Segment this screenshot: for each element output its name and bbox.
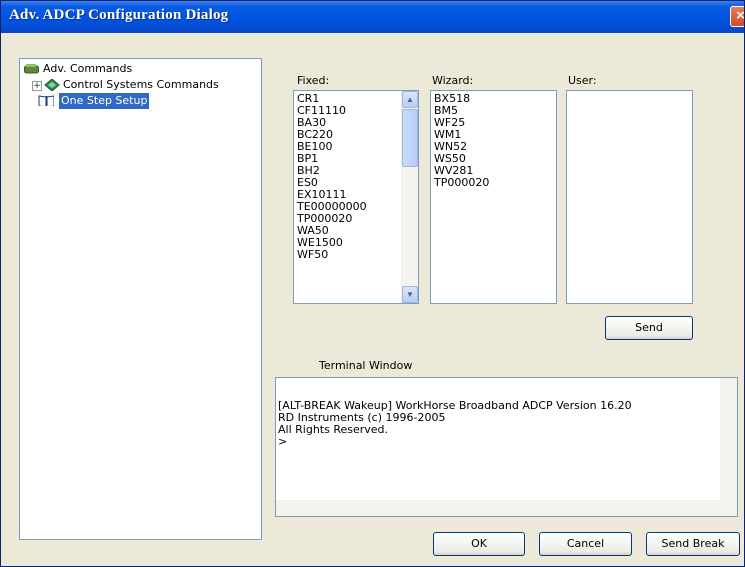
terminal-vertical-scrollbar[interactable] [720, 378, 737, 502]
send-button[interactable]: Send [605, 316, 693, 340]
fixed-list-items: CR1 CF11110 BA30 BC220 BE100 BP1 BH2 ES0 EX10111… [297, 93, 367, 261]
fixed-scrollbar[interactable]: ▲ ▼ [401, 91, 418, 303]
terminal-caption: Terminal Window [319, 359, 413, 372]
book-icon [38, 95, 54, 106]
tree-item-label: One Step Setup [59, 93, 150, 109]
close-icon: × [736, 7, 745, 24]
scroll-thumb[interactable] [402, 109, 418, 167]
scroll-up-button[interactable]: ▲ [402, 91, 418, 108]
close-button[interactable]: × [730, 6, 745, 27]
command-tree[interactable]: Adv. Commands + Control Systems Commands… [19, 58, 262, 540]
terminal-line: > [278, 435, 288, 448]
terminal-horizontal-scrollbar[interactable] [276, 500, 737, 516]
window-title: Adv. ADCP Configuration Dialog [9, 7, 229, 23]
terminal-window[interactable]: [ALT-BREAK Wakeup] WorkHorse Broadband A… [275, 377, 738, 517]
terminal-line: All Rights Reserved. [278, 423, 389, 436]
scroll-down-button[interactable]: ▼ [402, 286, 418, 303]
wizard-list-items: BX518 BM5 WF25 WM1 WN52 WS50 WV281 TP000020 [434, 93, 489, 189]
send-break-button[interactable]: Send Break [646, 532, 740, 556]
folder-icon [24, 64, 39, 74]
tree-item-label: Adv. Commands [43, 62, 133, 75]
tree-item-label: Control Systems Commands [63, 78, 219, 91]
user-label: User: [568, 74, 597, 87]
ok-button[interactable]: OK [433, 532, 525, 556]
list-item[interactable]: WF50 [297, 249, 367, 261]
fixed-label: Fixed: [297, 74, 330, 87]
gear-icon [44, 79, 60, 91]
wizard-label: Wizard: [432, 74, 474, 87]
fixed-listbox[interactable]: CR1 CF11110 BA30 BC220 BE100 BP1 BH2 ES0 EX10111… [293, 90, 419, 304]
expand-icon[interactable]: + [32, 81, 42, 91]
user-listbox[interactable] [566, 90, 693, 304]
cancel-button[interactable]: Cancel [539, 532, 632, 556]
dialog-window: Adv. ADCP Configuration Dialog × Adv. Co… [0, 0, 745, 567]
title-bar[interactable]: Adv. ADCP Configuration Dialog × [1, 1, 744, 33]
wizard-listbox[interactable]: BX518 BM5 WF25 WM1 WN52 WS50 WV281 TP000020 [430, 90, 557, 304]
list-item[interactable]: TP000020 [434, 177, 489, 189]
terminal-text: [ALT-BREAK Wakeup] WorkHorse Broadband A… [278, 400, 632, 448]
